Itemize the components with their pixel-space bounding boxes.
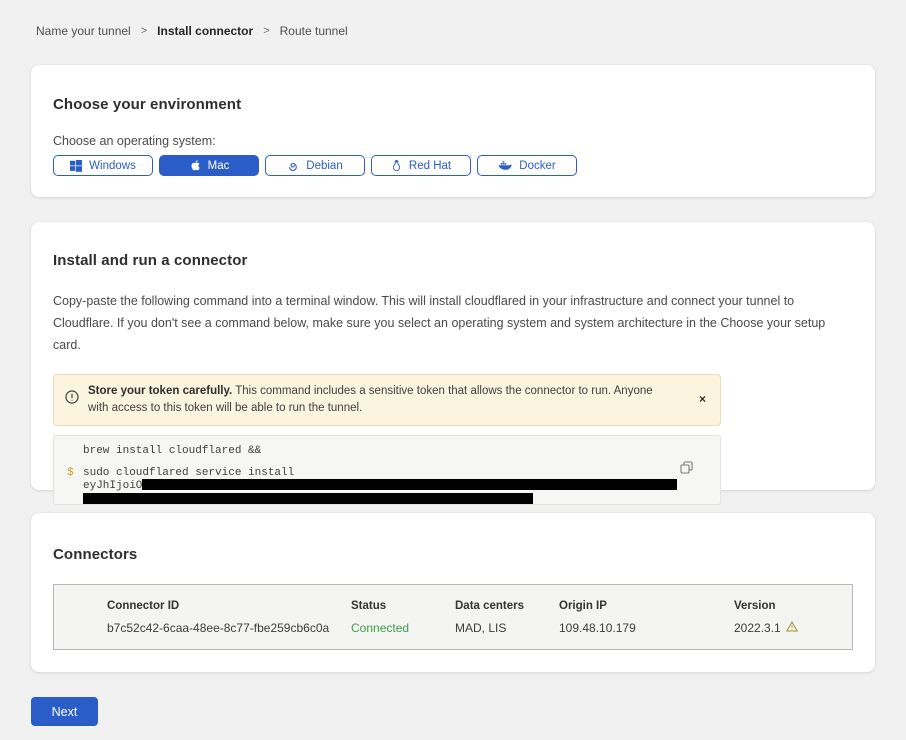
connectors-card-title: Connectors	[53, 546, 853, 563]
column-header-origin-ip: Origin IP	[559, 600, 734, 612]
debian-logo-icon	[287, 160, 299, 172]
os-button-group: Windows Mac Debian	[53, 155, 853, 176]
breadcrumb: Name your tunnel > Install connector > R…	[0, 0, 906, 38]
alert-title: Store your token carefully.	[88, 385, 232, 397]
redacted-token-bar	[83, 493, 533, 504]
connectors-table: Connector ID Status Data centers Origin …	[53, 584, 853, 650]
os-select-label: Choose an operating system:	[53, 134, 853, 148]
connector-id-value: b7c52c42-6caa-48ee-8c77-fbe259cb6c0a	[107, 621, 351, 635]
os-button-mac[interactable]: Mac	[159, 155, 259, 176]
environment-card: Choose your environment Choose an operat…	[31, 65, 875, 197]
breadcrumb-step-route-tunnel[interactable]: Route tunnel	[280, 24, 348, 38]
os-button-label: Docker	[519, 160, 555, 172]
breadcrumb-step-name-your-tunnel[interactable]: Name your tunnel	[36, 24, 131, 38]
version-value: 2022.3.1	[734, 621, 852, 635]
copy-icon[interactable]	[678, 459, 695, 479]
redacted-token-bar	[142, 479, 677, 490]
os-button-debian[interactable]: Debian	[265, 155, 365, 176]
redhat-logo-icon	[391, 159, 402, 172]
column-header-data-centers: Data centers	[455, 600, 559, 612]
connectors-card: Connectors Connector ID Status Data cent…	[31, 513, 875, 672]
alert-close-icon[interactable]: ×	[695, 391, 710, 407]
breadcrumb-step-install-connector[interactable]: Install connector	[157, 24, 253, 38]
column-header-status: Status	[351, 600, 455, 612]
os-button-redhat[interactable]: Red Hat	[371, 155, 471, 176]
docker-logo-icon	[498, 160, 512, 171]
code-gutter	[67, 479, 83, 493]
os-button-windows[interactable]: Windows	[53, 155, 153, 176]
apple-logo-icon	[189, 159, 201, 172]
breadcrumb-separator: >	[263, 25, 269, 37]
shell-prompt: $	[67, 468, 83, 480]
windows-logo-icon	[70, 160, 82, 172]
install-command-codeblock: brew install cloudflared && $ sudo cloud…	[53, 435, 721, 505]
data-centers-value: MAD, LIS	[455, 621, 559, 635]
column-header-connector-id: Connector ID	[107, 600, 351, 612]
os-button-label: Debian	[306, 160, 342, 172]
origin-ip-value: 109.48.10.179	[559, 621, 734, 635]
status-badge: Connected	[351, 621, 455, 635]
alert-text: Store your token carefully. This command…	[88, 383, 674, 417]
environment-card-title: Choose your environment	[53, 96, 853, 113]
install-connector-card: Install and run a connector Copy-paste t…	[31, 222, 875, 490]
code-line-2: sudo cloudflared service install	[83, 468, 294, 480]
token-warning-alert: Store your token carefully. This command…	[53, 374, 721, 426]
breadcrumb-separator: >	[141, 25, 147, 37]
warning-triangle-icon	[786, 621, 798, 635]
os-button-label: Mac	[208, 160, 230, 172]
next-button[interactable]: Next	[31, 697, 98, 726]
code-gutter	[67, 446, 83, 458]
column-header-version: Version	[734, 600, 852, 612]
os-button-label: Windows	[89, 160, 136, 172]
os-button-docker[interactable]: Docker	[477, 155, 577, 176]
token-prefix: eyJhIjoiO	[83, 479, 677, 493]
info-circle-icon	[65, 390, 79, 409]
install-card-title: Install and run a connector	[53, 252, 853, 269]
os-button-label: Red Hat	[409, 160, 451, 172]
install-description: Copy-paste the following command into a …	[53, 290, 853, 356]
code-line-1: brew install cloudflared &&	[83, 446, 261, 458]
